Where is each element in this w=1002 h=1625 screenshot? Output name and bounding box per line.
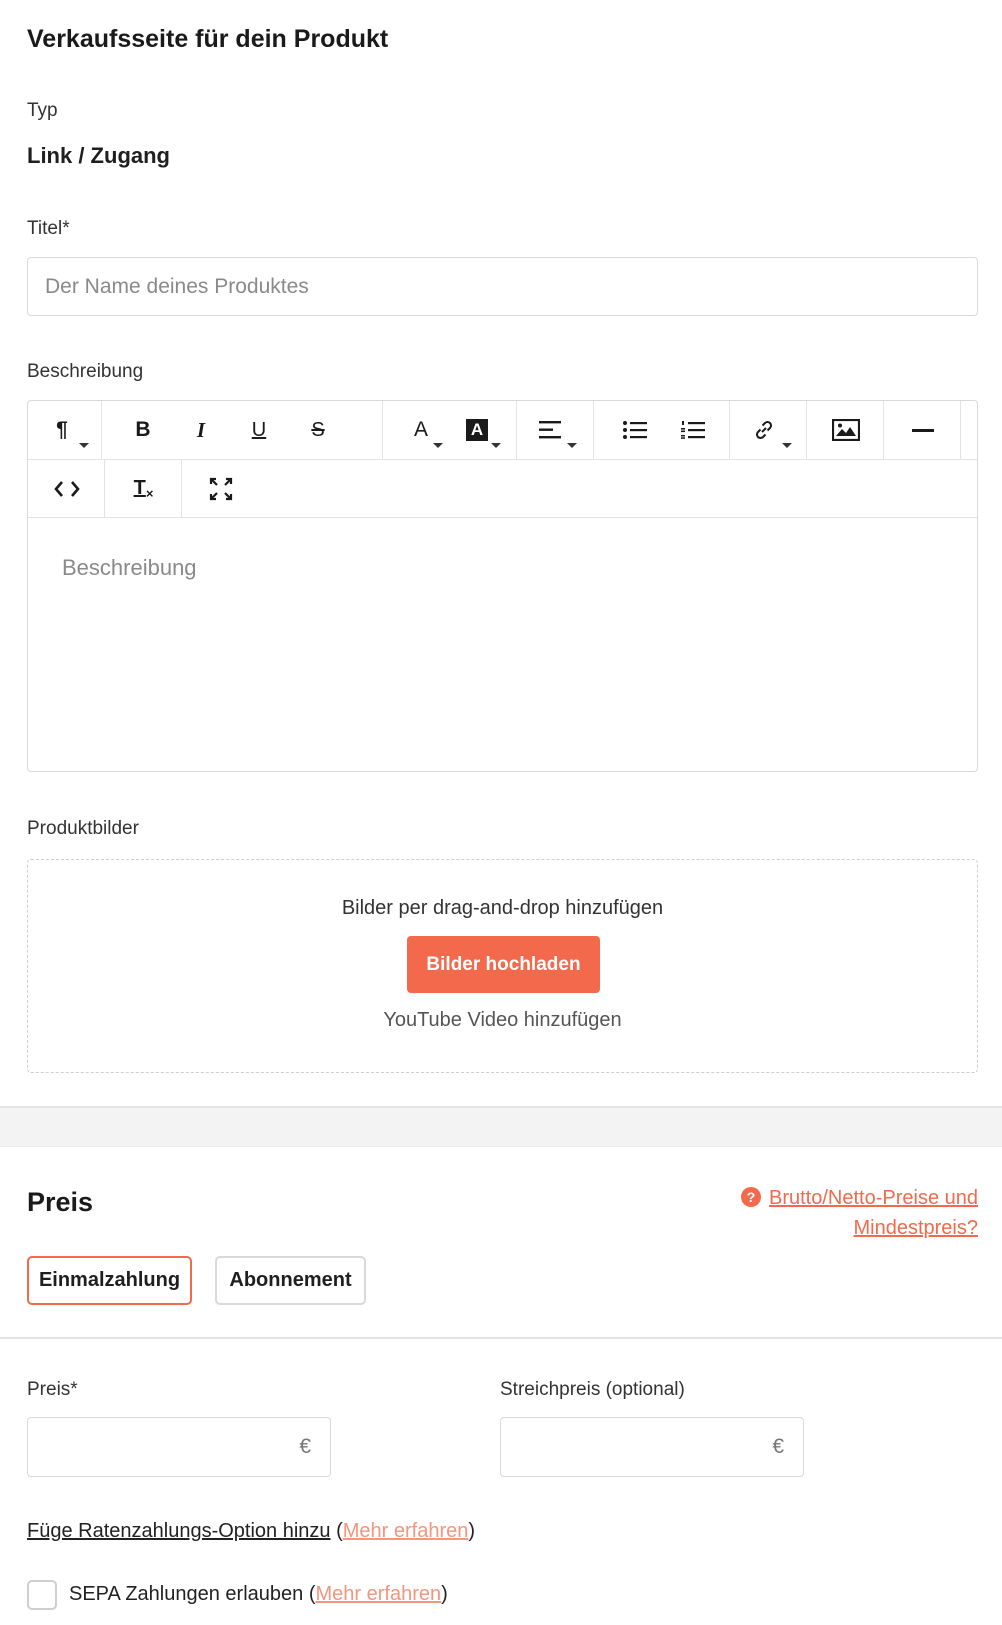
text-color-icon[interactable]: A	[393, 401, 449, 459]
background-color-icon[interactable]: A	[451, 401, 511, 459]
editor-toolbar-row-1: ¶ B I U S A A	[28, 401, 977, 460]
toolbar-group-link	[730, 401, 807, 459]
tab-subscription[interactable]: Abonnement	[215, 1256, 366, 1305]
youtube-link-label[interactable]: YouTube Video hinzufügen	[383, 1009, 621, 1031]
toolbar-group-paragraph: ¶	[28, 401, 102, 459]
sepa-learn-more-link[interactable]: Mehr erfahren	[315, 1583, 441, 1605]
image-icon[interactable]	[807, 401, 884, 459]
paren-open-1: (	[336, 1520, 343, 1542]
price-section-heading: Preis	[27, 1187, 94, 1217]
add-installment-link[interactable]: Füge Ratenzahlungs-Option hinzu	[27, 1520, 331, 1542]
tab-one-time-payment[interactable]: Einmalzahlung	[27, 1256, 192, 1305]
installment-option-line: Füge Ratenzahlungs-Option hinzu (Mehr er…	[27, 1520, 475, 1543]
link-icon[interactable]	[730, 401, 807, 459]
dropzone-text: Bilder per drag-and-drop hinzufügen	[341, 897, 664, 919]
help-icon: ?	[741, 1187, 761, 1207]
toolbar-group-text-style: B I U S	[102, 401, 383, 459]
sepa-label: SEPA Zahlungen erlauben	[69, 1583, 304, 1605]
image-dropzone[interactable]: Bilder per drag-and-drop hinzufügen Bild…	[27, 859, 978, 1073]
price-divider	[0, 1337, 1002, 1339]
toolbar-group-code	[28, 460, 105, 517]
title-label: Titel*	[27, 218, 70, 239]
title-input[interactable]	[28, 258, 977, 315]
sepa-option-line: SEPA Zahlungen erlauben (Mehr erfahren)	[69, 1583, 448, 1606]
price-input[interactable]	[28, 1418, 330, 1476]
upload-images-button[interactable]: Bilder hochladen	[407, 936, 600, 993]
type-label: Typ	[27, 100, 58, 121]
images-label: Produktbilder	[27, 818, 139, 839]
editor-content-area[interactable]: Beschreibung	[28, 519, 977, 771]
price-label: Preis*	[27, 1379, 78, 1400]
help-link-line-2[interactable]: Mindestpreis?	[853, 1217, 978, 1239]
description-label: Beschreibung	[27, 361, 144, 382]
unordered-list-icon[interactable]	[612, 401, 658, 459]
clear-formatting-icon[interactable]: T ×	[105, 460, 182, 517]
paren-close-2: )	[441, 1583, 448, 1605]
help-link-line-1[interactable]: Brutto/Netto-Preise und	[769, 1187, 978, 1209]
strike-price-label: Streichpreis (optional)	[500, 1379, 685, 1400]
sepa-checkbox[interactable]	[27, 1580, 57, 1610]
toolbar-group-align	[517, 401, 594, 459]
toolbar-group-colors: A A	[383, 401, 517, 459]
section-divider	[0, 1106, 1002, 1147]
pricing-help-link[interactable]: ? Brutto/Netto-Preise und Mindestpreis?	[718, 1183, 978, 1243]
strike-price-currency-symbol: €	[772, 1435, 784, 1458]
editor-placeholder: Beschreibung	[62, 555, 197, 580]
underline-icon[interactable]: U	[236, 401, 282, 459]
strike-price-input-wrapper: €	[500, 1417, 804, 1477]
bold-icon[interactable]: B	[120, 401, 166, 459]
toolbar-group-hr	[884, 401, 961, 459]
strike-price-input[interactable]	[501, 1418, 803, 1476]
ordered-list-icon[interactable]	[670, 401, 716, 459]
fullscreen-icon[interactable]	[182, 460, 259, 517]
paren-close-1: )	[468, 1520, 476, 1542]
type-value: Link / Zugang	[27, 143, 170, 168]
italic-icon[interactable]: I	[178, 401, 224, 459]
align-icon[interactable]	[517, 401, 594, 459]
price-currency-symbol: €	[299, 1435, 311, 1458]
toolbar-group-image	[807, 401, 884, 459]
add-youtube-video-link[interactable]: YouTube Video hinzufügen	[28, 1009, 977, 1032]
toolbar-group-clear: T ×	[105, 460, 182, 517]
code-view-icon[interactable]	[28, 460, 105, 517]
paragraph-format-icon[interactable]: ¶	[28, 401, 102, 459]
editor-toolbar-row-2: T ×	[28, 460, 977, 518]
rich-text-editor: ¶ B I U S A A T × Beschreibung	[27, 400, 978, 772]
strikethrough-icon[interactable]: S	[295, 401, 341, 459]
price-input-wrapper: €	[27, 1417, 331, 1477]
horizontal-rule-icon[interactable]	[884, 401, 961, 459]
page-title: Verkaufsseite für dein Produkt	[27, 25, 389, 53]
toolbar-group-lists	[594, 401, 730, 459]
title-input-wrapper	[27, 257, 978, 316]
installment-learn-more-link[interactable]: Mehr erfahren	[343, 1520, 469, 1542]
